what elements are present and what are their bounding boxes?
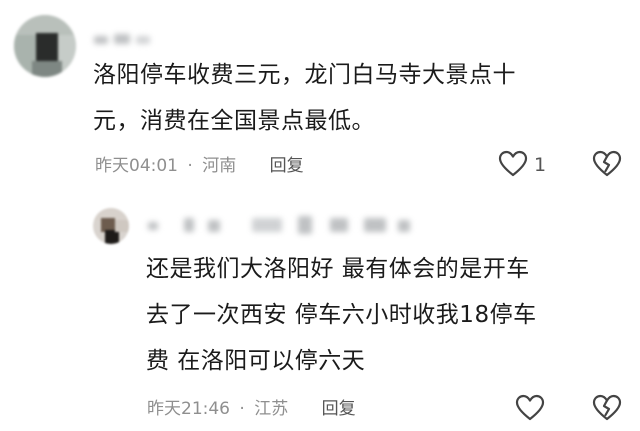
heart-outline-icon: [498, 150, 528, 178]
comment-text: 还是我们大洛阳好 最有体会的是开车 去了一次西安 停车六小时收我18停车 费 在…: [146, 246, 537, 384]
comment-meta: 昨天21:46 · 江苏 回复: [147, 399, 356, 419]
comment-time: 昨天04:01: [95, 156, 178, 176]
heart-outline-icon: [515, 394, 545, 422]
reply-button[interactable]: 回复: [270, 156, 304, 176]
comment-line: 费 在洛阳可以停六天: [146, 348, 366, 374]
username-blurred[interactable]: [140, 212, 420, 238]
dislike-button[interactable]: [592, 394, 622, 422]
username-blurred[interactable]: [94, 30, 174, 50]
meta-separator: ·: [239, 399, 245, 419]
comment-line: 还是我们大洛阳好 最有体会的是开车: [146, 256, 530, 282]
dislike-button[interactable]: [592, 150, 622, 178]
like-count: 1: [534, 154, 547, 176]
avatar[interactable]: [14, 15, 76, 77]
avatar[interactable]: [93, 208, 129, 244]
comment-text: 洛阳停车收费三元，龙门白马寺大景点十 元，消费在全国景点最低。: [93, 52, 516, 144]
broken-heart-icon: [592, 394, 622, 422]
comment-line: 去了一次西安 停车六小时收我18停车: [146, 302, 537, 328]
comment-time: 昨天21:46: [147, 399, 230, 419]
like-button[interactable]: [515, 394, 545, 422]
like-button[interactable]: [498, 150, 528, 178]
broken-heart-icon: [592, 150, 622, 178]
reply-button[interactable]: 回复: [322, 399, 356, 419]
comment-line: 洛阳停车收费三元，龙门白马寺大景点十: [93, 62, 516, 88]
comment-line: 元，消费在全国景点最低。: [93, 108, 375, 134]
comment-meta: 昨天04:01 · 河南 回复: [95, 156, 304, 176]
meta-separator: ·: [187, 156, 193, 176]
comment-location: 江苏: [254, 399, 289, 419]
comment-location: 河南: [202, 156, 237, 176]
